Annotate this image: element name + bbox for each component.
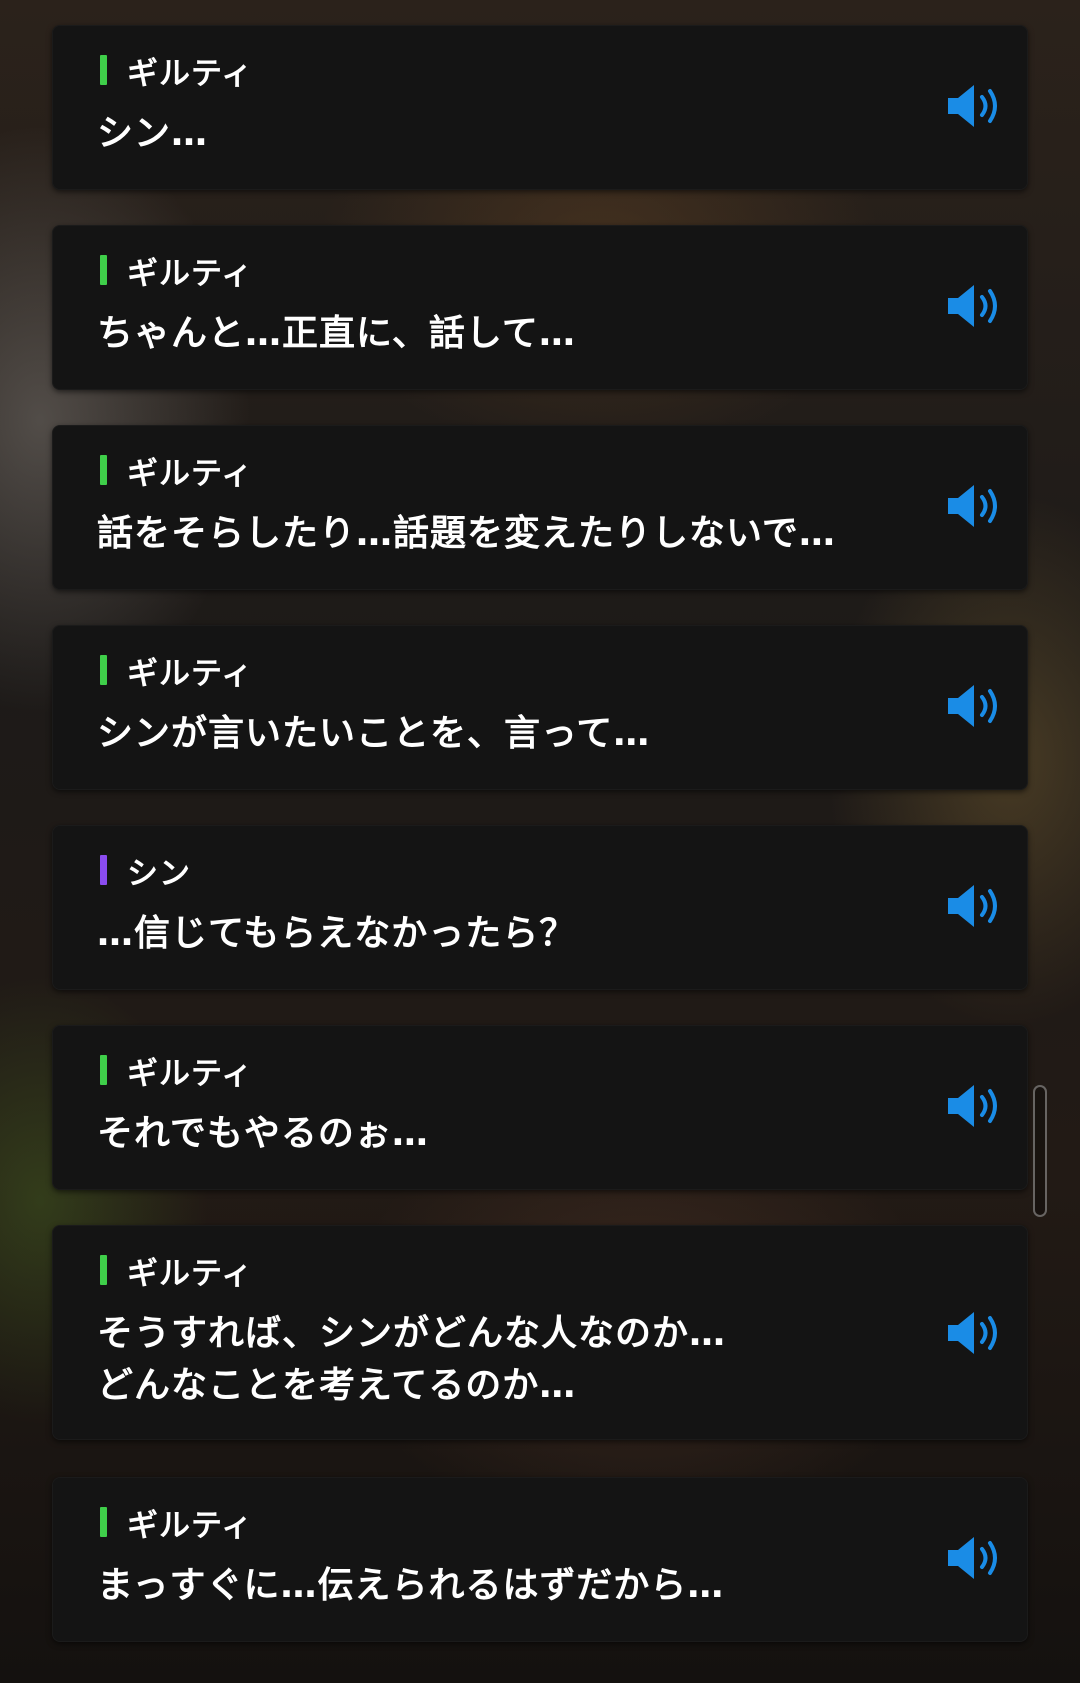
backlog-entry: ギルティ ちゃんと…正直に、話して… [52,225,1028,390]
speaker-name: ギルティ [127,1055,254,1092]
speaker-name: ギルティ [127,255,254,292]
speaker-voice-icon[interactable] [944,281,1006,331]
dialogue-line: …信じてもらえなかったら？ [97,913,577,954]
speaker-voice-icon[interactable] [944,881,1006,931]
speaker-row: ギルティ [100,253,253,292]
dialogue-line: どんなことを考えてるのか… [97,1365,577,1406]
speaker-name: ギルティ [127,455,254,492]
speaker-color-bar [100,655,107,685]
speaker-voice-icon[interactable] [944,481,1006,531]
speaker-color-bar [100,255,107,285]
speaker-voice-icon[interactable] [944,81,1006,131]
speaker-name: ギルティ [127,55,254,92]
speaker-name: ギルティ [127,1507,254,1544]
speaker-color-bar [100,855,107,885]
backlog-entry: ギルティ 話をそらしたり…話題を変えたりしないで… [52,425,1028,590]
scrollbar-thumb[interactable] [1033,1085,1047,1217]
speaker-color-bar [100,455,107,485]
speaker-row: ギルティ [100,653,253,692]
speaker-row: ギルティ [100,1505,253,1544]
speaker-color-bar [100,1255,107,1285]
backlog-entry: ギルティ シンが言いたいことを、言って… [52,625,1028,790]
dialogue-line: そうすれば、シンがどんな人なのか… [97,1313,727,1354]
dialogue-line: まっすぐに…伝えられるはずだから… [97,1565,725,1606]
speaker-name: シン [127,855,191,892]
dialogue-line: シン… [97,113,209,154]
backlog-entry: ギルティ そうすれば、シンがどんな人なのか… どんなことを考えてるのか… [52,1225,1028,1440]
backlog-entry: シン …信じてもらえなかったら？ [52,825,1028,990]
backlog-list[interactable]: ギルティ シン… ギルティ ちゃんと…正直に、話して… ギルティ 話をそらしたり… [0,0,1080,1683]
speaker-color-bar [100,55,107,85]
speaker-row: ギルティ [100,53,253,92]
speaker-voice-icon[interactable] [944,1081,1006,1131]
speaker-row: シン [100,853,191,892]
speaker-color-bar [100,1055,107,1085]
speaker-row: ギルティ [100,1253,253,1292]
backlog-entry: ギルティ それでもやるのぉ… [52,1025,1028,1190]
dialogue-line: 話をそらしたり…話題を変えたりしないで… [97,513,836,554]
speaker-row: ギルティ [100,1053,253,1092]
dialogue-line: それでもやるのぉ… [97,1113,429,1154]
speaker-row: ギルティ [100,453,253,492]
speaker-voice-icon[interactable] [944,1533,1006,1583]
speaker-color-bar [100,1507,107,1537]
speaker-name: ギルティ [127,1255,254,1292]
backlog-entry: ギルティ まっすぐに…伝えられるはずだから… [52,1477,1028,1642]
dialogue-line: ちゃんと…正直に、話して… [97,313,576,354]
backlog-entry: ギルティ シン… [52,25,1028,190]
speaker-name: ギルティ [127,655,254,692]
speaker-voice-icon[interactable] [944,1308,1006,1358]
speaker-voice-icon[interactable] [944,681,1006,731]
dialogue-line: シンが言いたいことを、言って… [97,713,651,754]
